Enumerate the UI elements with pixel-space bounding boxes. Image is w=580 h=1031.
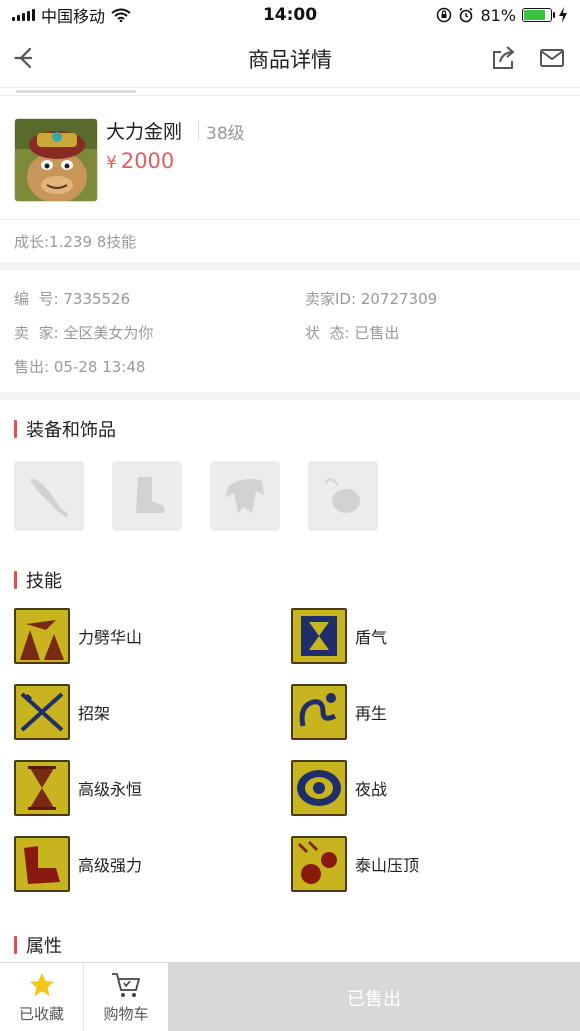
item-id-label: 编 号:	[14, 290, 59, 308]
skill-name: 盾气	[355, 628, 388, 647]
page-title: 商品详情	[248, 47, 332, 72]
battery-percent: 81%	[480, 5, 516, 25]
armor-slot-icon	[226, 479, 264, 513]
skill-item[interactable]: 夜战	[291, 760, 387, 816]
boots-slot-icon	[136, 477, 165, 513]
product-image[interactable]	[14, 118, 98, 202]
skill-item[interactable]: 力劈华山	[14, 608, 142, 664]
skill-item[interactable]: 泰山压顶	[291, 836, 419, 892]
skill-icon-gaojiqiangli	[14, 836, 70, 892]
status-value: 已售出	[354, 324, 400, 342]
charging-icon	[559, 7, 567, 23]
product-price: ¥2000	[106, 149, 174, 173]
sold-time: 售出: 05-28 13:48	[14, 356, 145, 377]
skill-icon-yezhan	[291, 760, 347, 816]
armor-slot[interactable]	[210, 461, 280, 531]
growth-skills-row: 成长:1.239 8技能	[0, 219, 580, 262]
seller-id-label: 卖家ID:	[305, 290, 357, 308]
skill-item[interactable]: 再生	[291, 684, 387, 740]
skill-name: 再生	[355, 704, 388, 723]
skill-item[interactable]: 高级永恒	[14, 760, 142, 816]
item-id-value: 7335526	[63, 290, 131, 308]
accessory-slot[interactable]	[308, 461, 378, 531]
pet-portrait-image	[15, 119, 97, 201]
skill-icon-dunqi	[291, 608, 347, 664]
star-icon	[29, 973, 54, 996]
weapon-slot[interactable]	[14, 461, 84, 531]
favorite-button[interactable]: 已收藏	[0, 963, 84, 1031]
skill-item[interactable]: 高级强力	[14, 836, 142, 892]
boots-slot[interactable]	[112, 461, 182, 531]
skill-icon-gaojiyongheng	[14, 760, 70, 816]
battery-icon	[522, 8, 555, 22]
back-arrow-icon[interactable]	[12, 44, 40, 72]
currency-symbol: ¥	[106, 153, 117, 173]
trade-status: 状 态: 已售出	[305, 322, 399, 343]
item-id: 编 号: 7335526	[14, 288, 130, 309]
favorite-label: 已收藏	[18, 1005, 64, 1023]
status-bar: 中国移动 14:00 81%	[0, 0, 580, 30]
seller: 卖 家: 全区美女为你	[14, 322, 153, 343]
attributes-section-title: 属性	[14, 932, 62, 958]
skill-icon-lipihuashan	[14, 608, 70, 664]
sold-time-label: 售出:	[14, 358, 50, 376]
mail-icon[interactable]	[538, 44, 566, 72]
orientation-lock-icon	[437, 7, 452, 23]
battery-fill	[524, 10, 546, 20]
cart-label: 购物车	[103, 1005, 149, 1023]
wifi-icon	[111, 8, 131, 22]
seller-id: 卖家ID: 20727309	[305, 288, 437, 309]
sold-time-value: 05-28 13:48	[53, 358, 146, 376]
skill-item[interactable]: 盾气	[291, 608, 387, 664]
skill-name: 夜战	[355, 780, 388, 799]
seller-label: 卖 家:	[14, 324, 59, 342]
product-name: 大力金刚	[106, 121, 183, 143]
skill-name: 泰山压顶	[355, 856, 420, 875]
accessory-slot-icon	[325, 478, 360, 513]
status-left: 中国移动	[12, 3, 131, 27]
status-right: 81%	[436, 6, 568, 25]
nav-bar: 商品详情	[0, 30, 580, 88]
share-icon[interactable]	[490, 44, 518, 72]
price-value: 2000	[120, 149, 175, 173]
trade-info: 编 号: 7335526 卖家ID: 20727309 卖 家: 全区美女为你 …	[0, 280, 580, 390]
bottom-action-bar: 已收藏 购物车 已售出	[0, 962, 580, 1031]
shopping-cart-icon	[112, 973, 140, 997]
product-level: 38级	[206, 124, 245, 144]
sold-out-button[interactable]: 已售出	[168, 963, 580, 1031]
weapon-slot-icon	[30, 478, 68, 517]
skill-icon-zaisheng	[291, 684, 347, 740]
skill-name: 高级永恒	[78, 780, 143, 799]
skill-icon-zhaojia	[14, 684, 70, 740]
skills-section-title: 技能	[14, 567, 62, 593]
section-divider	[0, 392, 580, 400]
skill-name: 招架	[78, 704, 111, 723]
status-label: 状 态:	[305, 324, 350, 342]
scrolled-content-edge	[0, 88, 580, 96]
skill-name: 高级强力	[78, 856, 143, 875]
section-divider	[0, 262, 580, 270]
skill-name: 力劈华山	[78, 628, 143, 647]
equipment-section-title: 装备和饰品	[14, 416, 116, 442]
skill-item[interactable]: 招架	[14, 684, 110, 740]
growth-text: 成长:1.239 8技能	[14, 232, 137, 251]
level-divider	[198, 121, 199, 141]
cart-button[interactable]: 购物车	[84, 963, 168, 1031]
skill-icon-taishanyading	[291, 836, 347, 892]
carrier-name: 中国移动	[41, 7, 106, 26]
seller-value: 全区美女为你	[63, 324, 154, 342]
signal-icon	[12, 9, 35, 21]
seller-id-value: 20727309	[360, 290, 438, 308]
alarm-icon	[459, 7, 473, 23]
product-header: 大力金刚 38级 ¥2000	[0, 105, 580, 220]
